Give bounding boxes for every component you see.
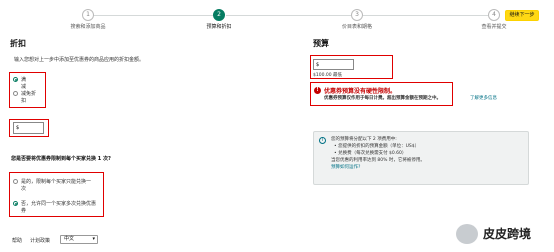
dollar-prefix: $ [316,62,320,68]
warning-title: 优惠券预算没有硬性限制。 [324,88,397,95]
redeem-multiple-label-cont: 券 [21,208,27,214]
budget-title: 预算 [313,39,329,48]
redeem-once-label-cont: 次 [21,186,27,192]
warning-icon: ! [314,87,321,94]
footer-help-link[interactable]: 帮助 [12,237,22,244]
progress-stepper: 1 搜索和添加商品 2 预算和折扣 3 价目表和期格 4 查看并提交 [0,0,554,30]
budget-how-it-works-link[interactable]: 预算如何运作? [331,164,360,170]
language-value: 中文 [64,236,75,242]
step-1-dot: 1 [82,9,94,21]
budget-minimum-hint: $100.00 最低 [313,73,343,78]
continue-button[interactable]: 继续下一步 [505,10,539,21]
redeem-once-radio[interactable] [13,179,18,184]
discount-type-label: 减 [21,84,27,90]
watermark: 皮皮跨境 [456,222,546,246]
step-2-dot: 2 [213,9,225,21]
chevron-down-icon: ▾ [92,236,95,242]
discount-type-label: 满 [21,77,27,83]
dollar-prefix: $ [16,125,20,131]
discount-type-label: 减免折 [21,91,37,97]
info-line-2: 当您优惠的利用率达到 80% 时，它将被停用。 [331,158,425,163]
discount-title: 折扣 [10,39,26,48]
discount-amount-input[interactable]: $ [13,122,44,134]
step-connector [363,15,488,16]
warning-description: 优惠券预算仅作用于每日计费。超出预算金额在预期之中。 [324,96,441,101]
redeem-question: 您是否要将优惠券限制到每个买家兑换 1 次? [11,156,111,162]
info-bullet-1: • 您提供的折扣的预算金额（单位：US$） [334,144,420,149]
discount-type-label: 扣 [21,98,27,104]
warning-learn-more-link[interactable]: 了解更多信息 [470,95,497,101]
budget-input[interactable]: $ [313,59,354,70]
step-4-label: 查看并提交 [481,24,507,30]
step-connector [226,15,351,16]
info-icon: i [319,137,326,144]
step-connector [88,15,213,16]
budget-info-box: i 您的预算将分配以下 2 项费用中: • 您提供的折扣的预算金额（单位：US$… [313,131,529,185]
watermark-text: 皮皮跨境 [483,227,532,241]
discount-description: 输入您想对上一步中添加至优惠券的商品应用的折扣金额。 [14,57,145,63]
wechat-icon [456,224,478,244]
step-4-dot: 4 [488,9,500,21]
language-select[interactable]: 中文 ▾ [60,235,98,244]
info-line-1: 您的预算将分配以下 2 项费用中: [331,137,397,142]
step-3-dot: 3 [351,9,363,21]
discount-type-radio[interactable] [13,91,18,96]
redeem-multiple-radio[interactable] [13,201,18,206]
step-2-label: 预算和折扣 [206,24,232,30]
discount-type-radio[interactable] [13,77,18,82]
step-3-label: 价目表和期格 [341,24,373,30]
redeem-multiple-label: 否，允许同一个买家多次兑换优惠 [21,201,97,207]
step-1-label: 搜索和添加商品 [70,24,106,30]
info-bullet-2: • 兑换费（每次兑换需支付 $0.60） [334,151,407,156]
redeem-once-label: 是的，限制每个买家只能兑换一 [21,179,92,185]
footer-policy-link[interactable]: 计划政策 [30,237,50,244]
